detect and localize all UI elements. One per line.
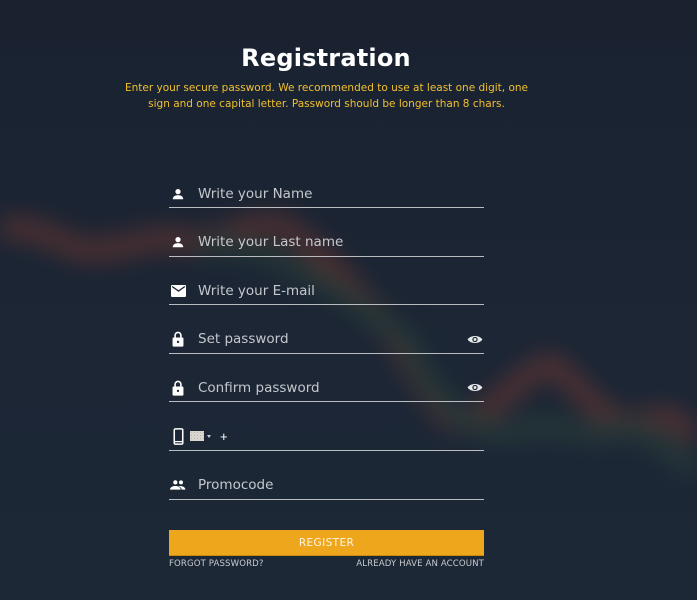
page-title: Registration: [241, 44, 411, 72]
first-name-field: [169, 180, 484, 208]
eye-icon[interactable]: [466, 381, 484, 395]
already-have-account-link[interactable]: ALREADY HAVE AN ACCOUNT: [356, 559, 484, 569]
registration-form: +: [169, 180, 484, 520]
phone-input[interactable]: [231, 425, 484, 448]
auth-links: FORGOT PASSWORD? ALREADY HAVE AN ACCOUNT: [169, 559, 484, 569]
password-field: [169, 326, 484, 354]
last-name-field: [169, 229, 484, 257]
chevron-down-icon[interactable]: [207, 434, 211, 438]
forgot-password-link[interactable]: FORGOT PASSWORD?: [169, 559, 264, 569]
lock-icon: [169, 330, 187, 348]
phone-icon: [169, 427, 187, 445]
last-name-input[interactable]: [198, 231, 484, 254]
group-icon: [169, 476, 187, 494]
person-icon: [169, 185, 187, 203]
mail-icon: [169, 282, 187, 300]
promocode-field: [169, 472, 484, 500]
first-name-input[interactable]: [198, 182, 484, 205]
register-button[interactable]: REGISTER: [169, 530, 484, 556]
confirm-password-field: [169, 374, 484, 403]
eye-icon[interactable]: [466, 332, 484, 346]
email-input[interactable]: [198, 279, 484, 302]
promocode-input[interactable]: [198, 474, 484, 497]
password-input[interactable]: [198, 328, 466, 351]
lock-icon: [169, 379, 187, 397]
email-field: [169, 277, 484, 306]
confirm-password-input[interactable]: [198, 376, 466, 399]
country-flag-dropdown[interactable]: [190, 431, 204, 442]
password-hint: Enter your secure password. We recommend…: [124, 82, 529, 110]
phone-field: +: [169, 423, 484, 451]
phone-prefix: +: [220, 428, 228, 444]
registration-page: Registration Enter your secure password.…: [0, 0, 697, 600]
person-icon: [169, 233, 187, 251]
